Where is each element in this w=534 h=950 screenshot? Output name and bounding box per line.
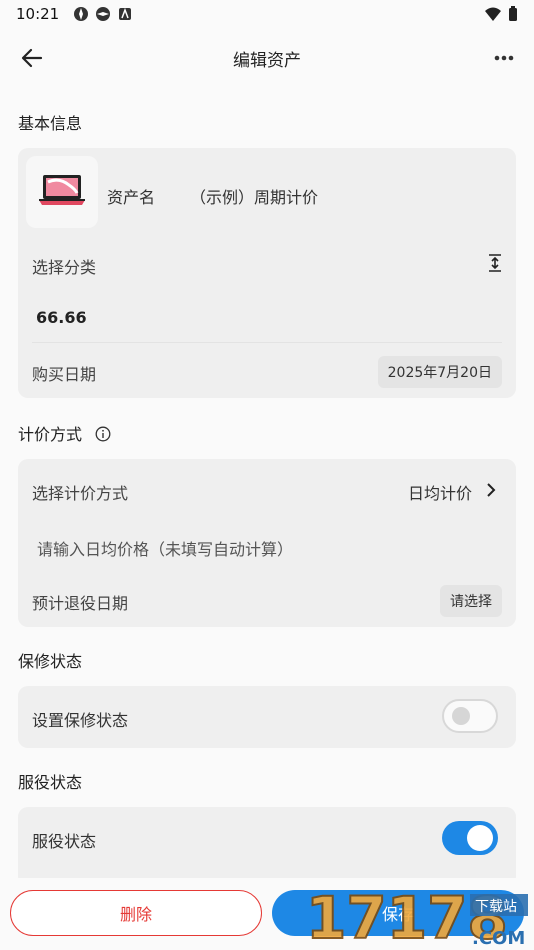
retire-date-chip[interactable]: 请选择 bbox=[440, 585, 502, 617]
more-options-icon[interactable] bbox=[490, 44, 518, 72]
pricing-method-label[interactable]: 选择计价方式 bbox=[32, 480, 128, 504]
save-button[interactable]: 保存 bbox=[272, 890, 524, 936]
warranty-section-title: 保修状态 bbox=[18, 652, 83, 671]
retire-date-label: 预计退役日期 bbox=[32, 594, 129, 613]
info-icon[interactable] bbox=[95, 426, 111, 446]
purchase-date-chip[interactable]: 2025年7月20日 bbox=[377, 356, 502, 388]
asset-name-input[interactable]: （示例）周期计价 bbox=[190, 184, 318, 208]
status-time: 10:21 bbox=[16, 5, 60, 23]
wifi-icon bbox=[484, 6, 502, 26]
toggle-knob bbox=[467, 825, 493, 851]
warranty-toggle-label: 设置保修状态 bbox=[32, 711, 129, 730]
asset-name-label: 资产名 bbox=[107, 188, 156, 207]
service-section-title: 服役状态 bbox=[18, 773, 83, 792]
pricing-title-text: 计价方式 bbox=[18, 425, 83, 444]
asset-icon-picker[interactable] bbox=[26, 156, 98, 228]
battery-icon bbox=[508, 6, 518, 26]
laptop-icon bbox=[39, 173, 85, 211]
back-arrow-icon[interactable] bbox=[18, 44, 46, 72]
expand-collapse-icon[interactable] bbox=[488, 254, 502, 276]
a-badge-icon bbox=[117, 6, 133, 22]
status-bar: 10:21 bbox=[0, 0, 534, 28]
pricing-method-value[interactable]: 日均计价 bbox=[408, 480, 472, 504]
service-toggle[interactable] bbox=[442, 821, 498, 855]
price-divider bbox=[32, 342, 502, 343]
service-card: 服役状态 bbox=[18, 807, 516, 887]
toggle-knob bbox=[452, 707, 470, 725]
price-input[interactable]: 66.66 bbox=[36, 308, 87, 327]
delete-button[interactable]: 删除 bbox=[10, 890, 262, 936]
purchase-date-label: 购买日期 bbox=[32, 365, 97, 384]
chevron-right-icon[interactable] bbox=[486, 482, 496, 502]
basic-info-card: 资产名 （示例）周期计价 选择分类 66.66 购买日期 2025年7月20日 bbox=[18, 148, 516, 398]
app-notification-icon bbox=[73, 6, 89, 22]
pricing-card: 选择计价方式 日均计价 请输入日均价格（未填写自动计算） 预计退役日期 请选择 bbox=[18, 459, 516, 627]
category-select[interactable]: 选择分类 bbox=[32, 254, 96, 278]
warranty-toggle[interactable] bbox=[442, 699, 498, 733]
service-toggle-label: 服役状态 bbox=[32, 832, 97, 851]
app-notification-icon bbox=[95, 6, 111, 22]
page-title: 编辑资产 bbox=[233, 50, 301, 71]
daily-price-input[interactable]: 请输入日均价格（未填写自动计算） bbox=[37, 536, 293, 560]
warranty-card: 设置保修状态 bbox=[18, 686, 516, 748]
bottom-action-bar: 删除 保存 bbox=[0, 878, 534, 950]
app-bar: 编辑资产 bbox=[0, 28, 534, 88]
basic-info-section-title: 基本信息 bbox=[18, 114, 83, 133]
pricing-section-title: 计价方式 bbox=[18, 421, 111, 446]
